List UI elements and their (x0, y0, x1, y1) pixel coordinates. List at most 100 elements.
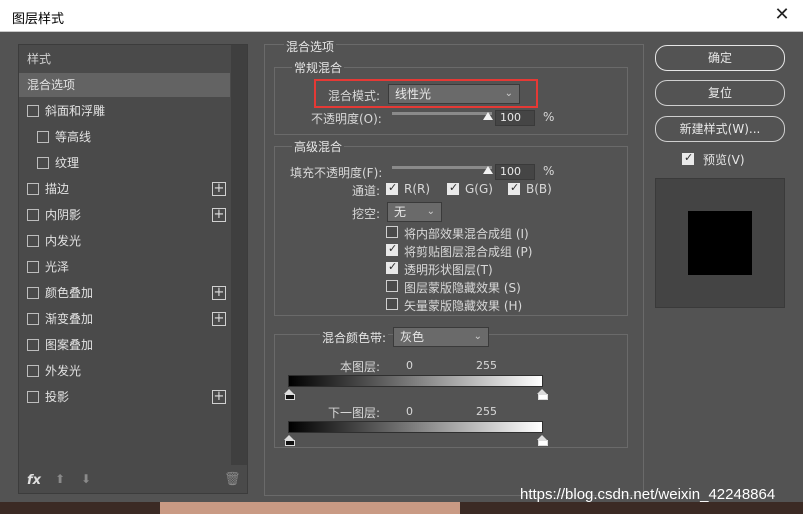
styles-footer: fx ⬆ ⬇ 🗑 (19, 469, 247, 495)
style-item-label: 等高线 (55, 130, 92, 144)
style-item-inner-glow[interactable]: 内发光 (19, 229, 230, 253)
move-up-icon[interactable]: ⬆ (55, 472, 65, 486)
this-layer-gradient (288, 375, 543, 387)
this-layer-white-stop[interactable] (537, 389, 548, 400)
styles-list: 样式 混合选项 斜面和浮雕 等高线 纹理 描边 + 内阴影 + 内发光 光泽 颜… (18, 44, 248, 494)
blend-if-value: 灰色 (400, 330, 425, 344)
style-checkbox[interactable] (27, 339, 39, 351)
general-blending-title: 常规混合 (292, 59, 345, 76)
underlying-layer-white-stop[interactable] (537, 435, 548, 446)
style-item-pattern-overlay[interactable]: 图案叠加 (19, 333, 230, 357)
style-checkbox[interactable] (27, 235, 39, 247)
style-checkbox[interactable] (27, 391, 39, 403)
style-item-stroke[interactable]: 描边 + (19, 177, 230, 201)
add-icon[interactable]: + (212, 182, 226, 196)
channel-b-label: B(B) (526, 182, 552, 196)
styles-header-label: 样式 (27, 52, 52, 66)
channels-label: 通道: (352, 184, 381, 198)
new-style-button[interactable]: 新建样式(W)... (655, 116, 785, 142)
this-layer-max: 255 (476, 359, 497, 372)
dialog-body: 样式 混合选项 斜面和浮雕 等高线 纹理 描边 + 内阴影 + 内发光 光泽 颜… (0, 32, 803, 502)
style-item-bevel-emboss[interactable]: 斜面和浮雕 (19, 99, 230, 123)
style-checkbox[interactable] (27, 105, 39, 117)
style-item-blending-options[interactable]: 混合选项 (19, 73, 230, 97)
style-item-satin[interactable]: 光泽 (19, 255, 230, 279)
style-checkbox[interactable] (37, 157, 49, 169)
add-icon[interactable]: + (212, 286, 226, 300)
style-checkbox[interactable] (27, 287, 39, 299)
trash-icon[interactable]: 🗑 (224, 472, 241, 487)
style-item-drop-shadow[interactable]: 投影 + (19, 385, 230, 409)
fx-icon[interactable]: fx (27, 473, 41, 488)
vector-mask-hides-checkbox[interactable] (386, 298, 398, 310)
styles-scrollbar[interactable] (231, 45, 247, 465)
style-item-label: 描边 (45, 182, 70, 196)
add-icon[interactable]: + (212, 208, 226, 222)
underlying-layer-label: 下一图层: (328, 406, 381, 420)
preview-checkbox[interactable] (682, 151, 694, 165)
preview-thumbnail (655, 178, 785, 308)
style-item-gradient-overlay[interactable]: 渐变叠加 + (19, 307, 230, 331)
advanced-blending-title: 高级混合 (292, 138, 345, 155)
add-icon[interactable]: + (212, 312, 226, 326)
blend-clipped-layers-checkbox[interactable] (386, 242, 398, 256)
style-item-texture[interactable]: 纹理 (19, 151, 230, 175)
reset-button[interactable]: 复位 (655, 80, 785, 106)
blend-interior-effects-checkbox[interactable] (386, 226, 398, 238)
add-icon[interactable]: + (212, 390, 226, 404)
style-item-contour[interactable]: 等高线 (19, 125, 230, 149)
knockout-value: 无 (394, 205, 407, 219)
chevron-down-icon: ⌄ (426, 206, 435, 217)
close-icon[interactable]: ✕ (771, 4, 793, 26)
styles-header: 样式 (19, 47, 230, 71)
style-item-color-overlay[interactable]: 颜色叠加 + (19, 281, 230, 305)
style-checkbox[interactable] (27, 313, 39, 325)
fill-opacity-label: 填充不透明度(F): (290, 166, 383, 180)
opacity-slider[interactable] (392, 112, 492, 115)
title-bar: 图层样式 ✕ (0, 0, 803, 32)
style-item-label: 斜面和浮雕 (45, 104, 106, 118)
background-photo (160, 502, 460, 514)
opacity-input[interactable]: 100 (495, 110, 535, 126)
preview-label: 预览(V) (703, 153, 745, 167)
blending-options-title: 混合选项 (284, 38, 337, 55)
style-checkbox[interactable] (27, 209, 39, 221)
fill-opacity-unit: % (543, 164, 555, 178)
background-strip (0, 502, 803, 514)
transparency-shapes-checkbox[interactable] (386, 260, 398, 274)
blend-if-select[interactable]: 灰色 ⌄ (393, 327, 489, 347)
style-checkbox[interactable] (27, 261, 39, 273)
style-item-inner-shadow[interactable]: 内阴影 + (19, 203, 230, 227)
style-item-label: 图案叠加 (45, 338, 94, 352)
style-item-outer-glow[interactable]: 外发光 (19, 359, 230, 383)
style-checkbox[interactable] (27, 365, 39, 377)
style-item-label: 渐变叠加 (45, 312, 94, 326)
move-down-icon[interactable]: ⬇ (81, 472, 91, 486)
transparency-shapes-label: 透明形状图层(T) (404, 263, 493, 277)
knockout-select[interactable]: 无 ⌄ (387, 202, 442, 222)
ok-button[interactable]: 确定 (655, 45, 785, 71)
channel-g-checkbox[interactable] (447, 181, 459, 195)
layer-mask-hides-checkbox[interactable] (386, 280, 398, 292)
fill-opacity-input[interactable]: 100 (495, 164, 535, 180)
chevron-down-icon: ⌄ (473, 331, 482, 342)
opacity-unit: % (543, 110, 555, 124)
vector-mask-hides-label: 矢量蒙版隐藏效果 (H) (404, 299, 523, 313)
fill-opacity-slider-thumb[interactable] (483, 166, 493, 174)
underlying-layer-black-stop[interactable] (284, 435, 295, 446)
style-item-label: 投影 (45, 390, 70, 404)
channel-g-label: G(G) (465, 182, 493, 196)
style-checkbox[interactable] (37, 131, 49, 143)
style-item-label: 混合选项 (27, 78, 76, 92)
opacity-slider-thumb[interactable] (483, 112, 493, 120)
channel-r-checkbox[interactable] (386, 181, 398, 195)
channel-b-checkbox[interactable] (508, 181, 520, 195)
style-item-label: 内阴影 (45, 208, 82, 222)
style-checkbox[interactable] (27, 183, 39, 195)
underlying-layer-gradient (288, 421, 543, 433)
this-layer-black-stop[interactable] (284, 389, 295, 400)
window-title: 图层样式 (12, 12, 65, 27)
channel-r-label: R(R) (404, 182, 431, 196)
style-item-label: 光泽 (45, 260, 70, 274)
fill-opacity-slider[interactable] (392, 166, 492, 169)
